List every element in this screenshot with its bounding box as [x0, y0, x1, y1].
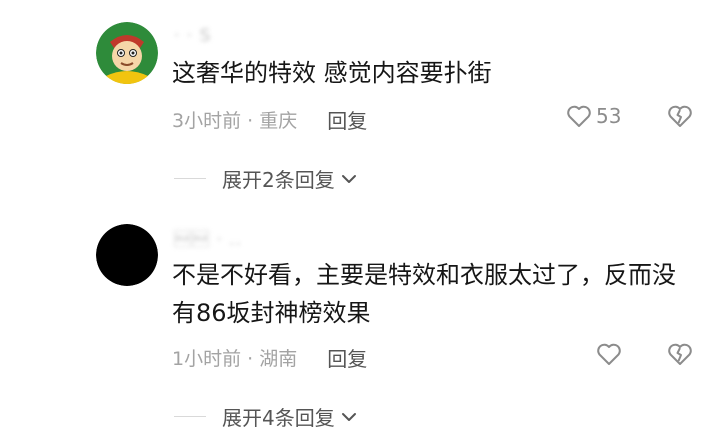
- chevron-down-icon: [341, 174, 356, 183]
- reply-button[interactable]: 回复: [327, 105, 367, 134]
- divider: [174, 178, 206, 179]
- dislike-button[interactable]: [667, 104, 693, 132]
- username[interactable]: · · S: [174, 26, 211, 46]
- time-location: 3小时前 · 重庆: [172, 110, 298, 132]
- broken-heart-icon: [668, 105, 692, 127]
- like-count: 53: [596, 104, 622, 128]
- expand-label: 展开2条回复: [222, 168, 335, 192]
- expand-label: 展开4条回复: [222, 406, 335, 430]
- avatar-placeholder-icon: [96, 224, 158, 286]
- comment-item: · · S 这奢华的特效 感觉内容要扑街 3小时前 · 重庆 回复 53 展开2…: [0, 0, 703, 200]
- comment-item:  · .. 不是不好看，主要是特效和衣服太过了，反而没有86坂封神榜效果 1…: [0, 210, 703, 433]
- chevron-down-icon: [341, 412, 356, 421]
- comment-meta: 1小时前 · 湖南 回复: [172, 343, 367, 372]
- username[interactable]:  · ..: [174, 230, 242, 250]
- cartoon-avatar-icon: [96, 22, 158, 84]
- broken-heart-icon: [668, 343, 692, 365]
- avatar[interactable]: [96, 22, 158, 84]
- avatar[interactable]: [96, 224, 158, 286]
- expand-replies-button[interactable]: 展开2条回复: [174, 164, 357, 193]
- heart-outline-icon: [597, 343, 621, 365]
- like-button[interactable]: 53: [566, 104, 621, 128]
- comment-text: 不是不好看，主要是特效和衣服太过了，反而没有86坂封神榜效果: [172, 261, 676, 327]
- like-button[interactable]: [596, 342, 626, 366]
- divider: [174, 416, 206, 417]
- expand-replies-button[interactable]: 展开4条回复: [174, 402, 357, 431]
- dislike-button[interactable]: [667, 342, 693, 370]
- reply-button[interactable]: 回复: [327, 343, 367, 372]
- heart-outline-icon: [567, 105, 591, 127]
- time-location: 1小时前 · 湖南: [172, 348, 298, 370]
- comment-meta: 3小时前 · 重庆 回复: [172, 105, 367, 134]
- comment-text: 这奢华的特效 感觉内容要扑街: [172, 59, 492, 87]
